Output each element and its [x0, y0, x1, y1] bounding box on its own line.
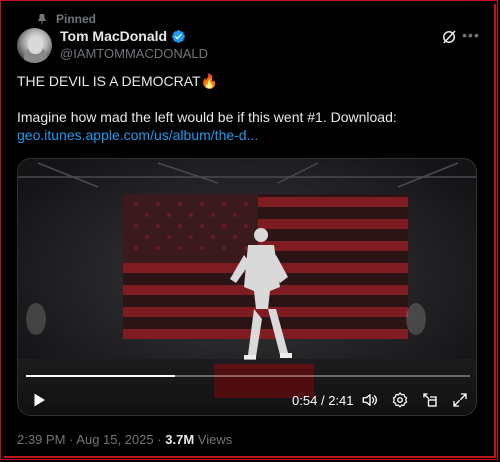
settings-gear-icon[interactable] — [391, 391, 409, 409]
album-link[interactable]: geo.itunes.apple.com/us/album/the-d... — [17, 126, 487, 144]
post-line-1: THE DEVIL IS A DEMOCRAT🔥 — [17, 72, 487, 90]
video-progress-bar[interactable] — [26, 375, 470, 377]
views-label: Views — [197, 432, 233, 447]
video-progress-fill — [26, 375, 175, 377]
post-time[interactable]: 2:39 PM — [17, 432, 65, 447]
grok-icon[interactable] — [440, 28, 458, 46]
video-player[interactable]: 0:54 / 2:41 — [17, 158, 477, 416]
verified-badge-icon — [172, 29, 185, 43]
video-frame — [18, 159, 476, 415]
post-line-2: Imagine how mad the left would be if thi… — [17, 109, 397, 125]
post-date[interactable]: Aug 15, 2025 — [76, 432, 153, 447]
meta-separator: · — [69, 432, 74, 447]
pinned-indicator: Pinned — [36, 12, 96, 26]
time-separator: / — [320, 393, 325, 408]
volume-icon[interactable] — [361, 391, 379, 409]
play-icon[interactable] — [30, 391, 48, 409]
author-name-row[interactable]: Tom MacDonald — [60, 28, 186, 44]
pin-icon — [37, 14, 47, 25]
post-headline: THE DEVIL IS A DEMOCRAT — [17, 73, 201, 89]
fire-emoji-icon: 🔥 — [200, 73, 219, 89]
duration: 2:41 — [328, 393, 354, 408]
fullscreen-icon[interactable] — [451, 391, 469, 409]
post-text: THE DEVIL IS A DEMOCRAT🔥 Imagine how mad… — [17, 72, 487, 144]
picture-in-picture-icon[interactable] — [421, 391, 439, 409]
pinned-label: Pinned — [56, 12, 97, 26]
more-options-icon[interactable]: ••• — [462, 27, 480, 45]
video-time: 0:54 / 2:41 — [292, 393, 354, 408]
avatar[interactable] — [17, 28, 52, 63]
post-metadata: 2:39 PM · Aug 15, 2025 · 3.7M Views — [17, 432, 232, 447]
views-count: 3.7M — [165, 432, 195, 447]
meta-separator: · — [157, 432, 162, 447]
author-handle[interactable]: @IAMTOMMACDONALD — [60, 46, 208, 61]
current-time: 0:54 — [292, 393, 318, 408]
author-name[interactable]: Tom MacDonald — [60, 28, 167, 44]
